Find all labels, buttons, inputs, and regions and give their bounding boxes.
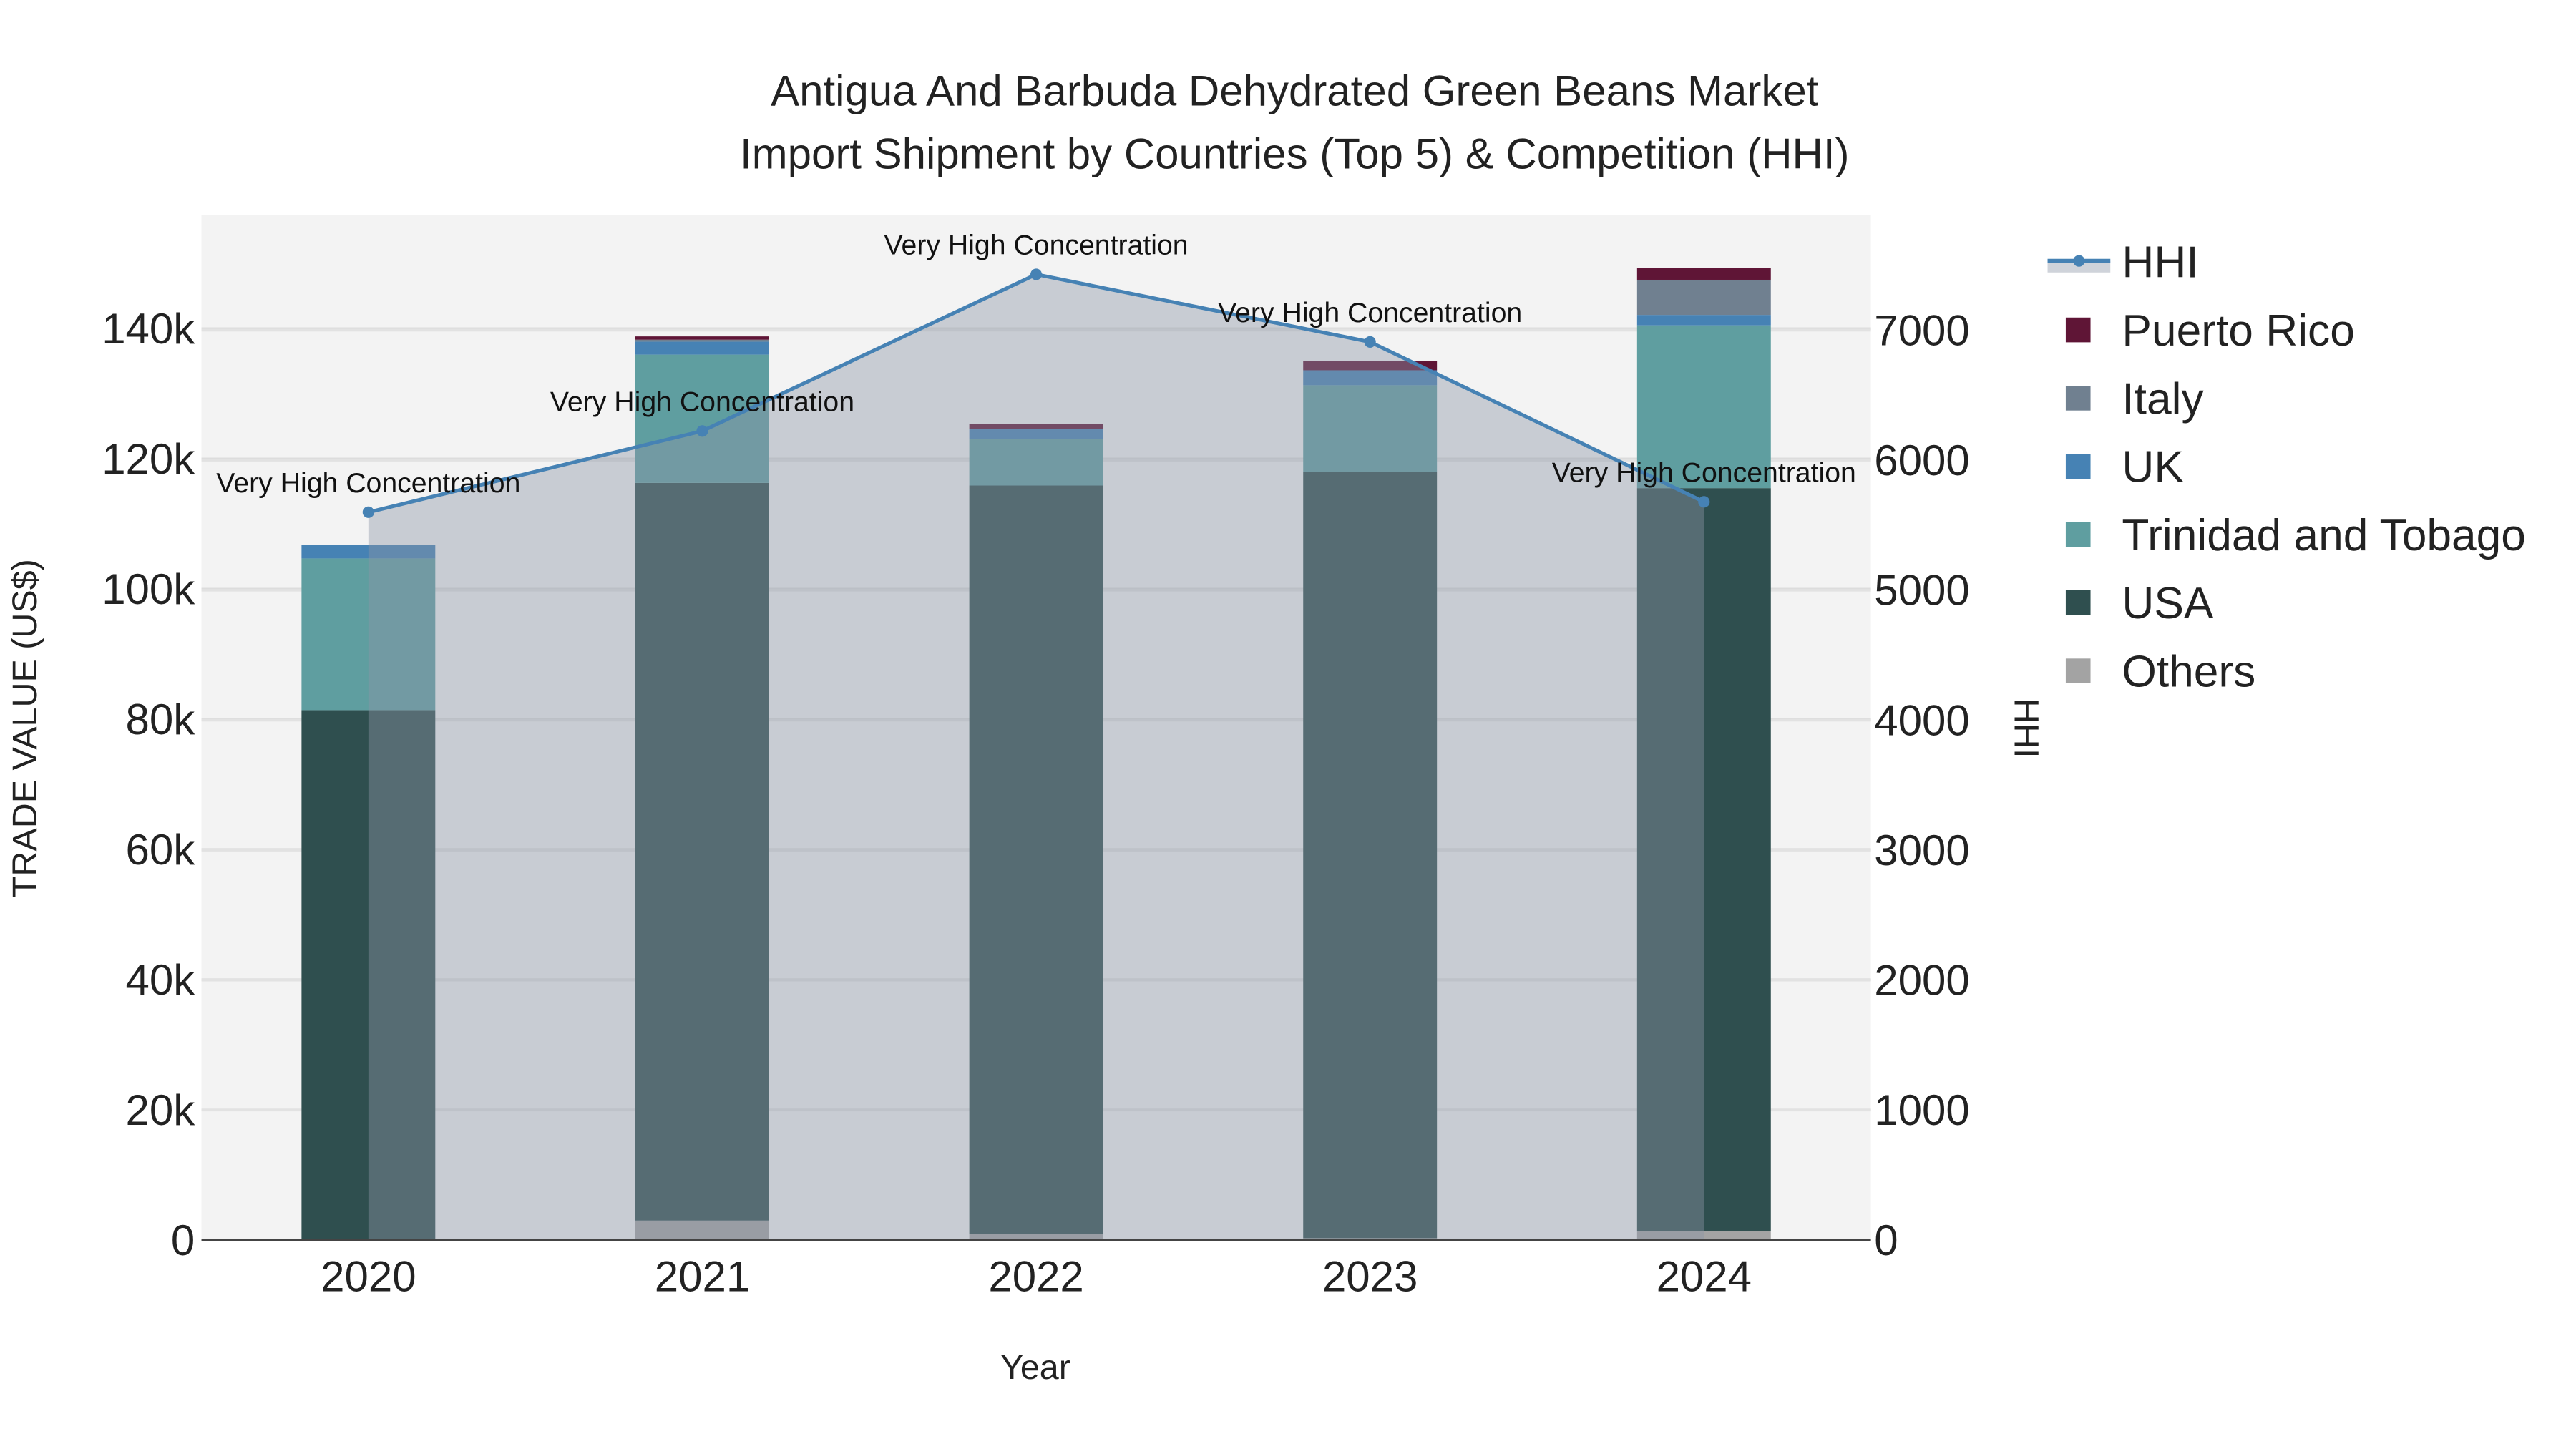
- legend-hhi-marker: [2073, 255, 2085, 267]
- x-tick-label: 2022: [988, 1253, 1083, 1301]
- hhi-annotation: Very High Concentration: [1552, 457, 1856, 489]
- legend-swatch-trinidad-and-tobago: [2065, 522, 2091, 547]
- x-axis-title: Year: [1000, 1348, 1070, 1387]
- x-tick-label: 2023: [1322, 1253, 1418, 1301]
- hhi-point-2024: [1698, 496, 1710, 508]
- hhi-annotation: Very High Concentration: [216, 467, 520, 499]
- chart: Very High Concentration Very High Concent…: [0, 0, 2576, 1449]
- bar-puerto-rico-2021: [635, 336, 769, 340]
- hhi-annotation: Very High Concentration: [550, 386, 854, 418]
- x-tick-label: 2021: [655, 1253, 750, 1301]
- hhi-annotation: Very High Concentration: [1218, 297, 1522, 328]
- hhi-annotation: Very High Concentration: [884, 230, 1189, 261]
- y-tick-label: 0: [171, 1216, 195, 1264]
- legend-swatch-italy: [2065, 386, 2091, 411]
- y-tick-label: 100k: [102, 565, 195, 613]
- bar-puerto-rico-2024: [1636, 268, 1771, 280]
- x-tick-label: 2024: [1657, 1253, 1752, 1301]
- bar-uk-2024: [1636, 315, 1771, 326]
- legend-swatch-usa: [2065, 590, 2091, 615]
- bar-italy-2021: [635, 339, 769, 342]
- y2-axis-title: HHI: [2006, 698, 2045, 758]
- legend-swatch-uk: [2065, 454, 2091, 479]
- y2-tick-label: 6000: [1874, 436, 1969, 484]
- legend-label: USA: [2122, 579, 2214, 628]
- y-tick-label: 80k: [126, 696, 196, 743]
- hhi-point-2020: [362, 506, 374, 518]
- legend-label: HHI: [2122, 238, 2198, 288]
- y2-tick-label: 2000: [1874, 957, 1969, 1005]
- legend-label: UK: [2122, 443, 2184, 492]
- y2-tick-label: 3000: [1874, 826, 1969, 874]
- x-tick-label: 2020: [321, 1253, 416, 1301]
- legend-swatch-others: [2065, 658, 2091, 683]
- hhi-point-2023: [1364, 336, 1376, 348]
- y2-tick-label: 0: [1874, 1216, 1898, 1264]
- bar-uk-2021: [635, 341, 769, 355]
- legend-label: Puerto Rico: [2122, 306, 2354, 356]
- legend-swatch-puerto-rico: [2065, 317, 2091, 343]
- chart-title-line-1: Antigua And Barbuda Dehydrated Green Bea…: [771, 67, 1819, 115]
- hhi-point-2021: [696, 425, 708, 437]
- y2-tick-label: 4000: [1874, 696, 1969, 744]
- legend-label: Trinidad and Tobago: [2122, 511, 2526, 560]
- y2-tick-label: 7000: [1874, 306, 1969, 354]
- y-tick-label: 60k: [126, 826, 196, 874]
- y-tick-label: 120k: [102, 435, 195, 483]
- legend-label: Others: [2122, 648, 2255, 697]
- chart-title-line-2: Import Shipment by Countries (Top 5) & C…: [740, 130, 1850, 177]
- y2-tick-label: 1000: [1874, 1086, 1969, 1134]
- y-tick-label: 140k: [102, 305, 195, 353]
- y-tick-label: 20k: [126, 1086, 196, 1134]
- y-tick-label: 40k: [126, 956, 196, 1004]
- legend-label: Italy: [2122, 374, 2204, 424]
- y2-tick-label: 5000: [1874, 567, 1969, 615]
- hhi-point-2022: [1030, 268, 1043, 280]
- bar-italy-2024: [1636, 279, 1771, 316]
- y-axis-title: TRADE VALUE (US$): [6, 559, 44, 897]
